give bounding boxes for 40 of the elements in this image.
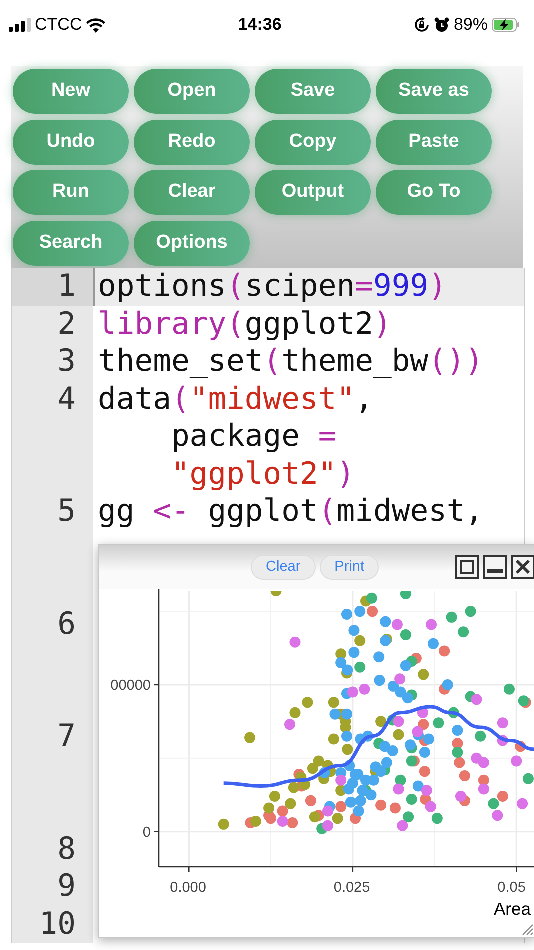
clock-time: 14:36 xyxy=(238,15,282,34)
toolbar-button[interactable]: Open xyxy=(134,69,250,114)
toolbar-button[interactable]: Save as xyxy=(376,69,492,114)
line-number: 9 xyxy=(56,868,77,906)
line-number: 1 xyxy=(12,268,93,306)
toolbar-button[interactable]: Go To xyxy=(376,170,492,215)
axis-tick-label: 0 xyxy=(142,824,151,841)
line-number: 2 xyxy=(56,306,77,343)
axis-tick-label: 0.000 xyxy=(170,880,206,896)
code-line: theme_set(theme_bw()) xyxy=(98,343,485,380)
toolbar-button[interactable]: Redo xyxy=(134,120,250,164)
toolbar-button[interactable]: Save xyxy=(255,69,371,114)
code-line: data("midwest", package = "ggplot2") xyxy=(98,380,374,493)
code-line: options(scipen=999) xyxy=(98,268,448,306)
line-number: 7 xyxy=(56,718,77,756)
window-button[interactable]: Print xyxy=(320,554,380,580)
toolbar-button[interactable]: Options xyxy=(134,220,250,266)
toolbar-button[interactable]: Copy xyxy=(255,120,371,164)
carrier-name: CTCC xyxy=(35,14,82,36)
line-number: 5 xyxy=(56,493,77,530)
line-number: 3 xyxy=(56,343,77,380)
battery-percent: 89% xyxy=(454,14,488,36)
toolbar-button[interactable]: Output xyxy=(255,170,371,215)
toolbar-button[interactable]: Search xyxy=(13,220,129,266)
axis-tick-label: 0.05 xyxy=(498,880,526,896)
toolbar-button[interactable]: Clear xyxy=(134,170,250,215)
axis-tick-label: 00000 xyxy=(110,678,151,694)
toolbar-button[interactable]: Run xyxy=(13,170,129,215)
axis-title: Area xyxy=(494,899,531,919)
line-number: 10 xyxy=(38,906,77,943)
toolbar-button[interactable]: New xyxy=(13,69,129,114)
axis-tick-label: 0.025 xyxy=(334,880,370,896)
line-number: 4 xyxy=(56,380,77,418)
line-number: 6 xyxy=(56,606,77,643)
code-line: library(ggplot2) xyxy=(98,306,393,343)
toolbar-button[interactable]: Paste xyxy=(376,120,492,164)
line-number: 8 xyxy=(56,830,77,868)
toolbar-button[interactable]: Undo xyxy=(13,120,129,164)
window-button[interactable]: Clear xyxy=(251,554,316,580)
code-line: gg <- ggplot(midwest, xyxy=(98,493,485,530)
